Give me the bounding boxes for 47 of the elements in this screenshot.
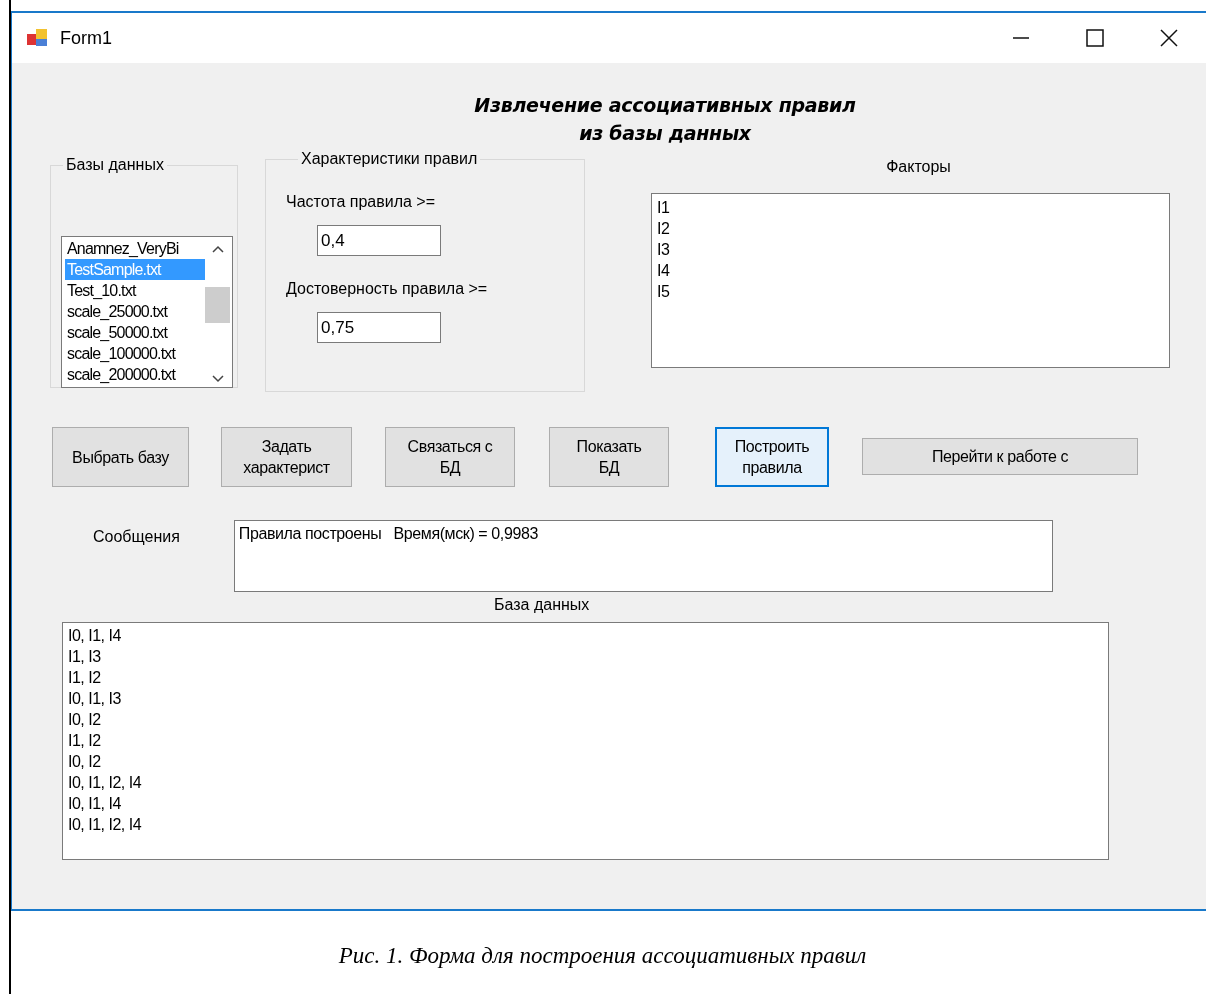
field-label: Частота правила >= xyxy=(286,193,436,211)
list-item[interactable]: scale_25000.txt xyxy=(65,301,205,322)
transaction-row-text: I1, I2 xyxy=(68,668,102,688)
window-title: Form1 xyxy=(60,27,112,49)
list-box[interactable]: I1 I2 I3 I4 I5 xyxy=(651,193,1170,368)
group-label: Характеристики правил xyxy=(300,150,479,168)
list-item[interactable]: I2 xyxy=(657,218,1164,239)
action-button[interactable]: Перейти к работе с xyxy=(862,438,1138,475)
list-item[interactable]: scale_100000.txt xyxy=(65,343,205,364)
list-item[interactable]: I5 xyxy=(657,281,1164,302)
maximize-icon[interactable] xyxy=(1085,28,1105,48)
list-item[interactable]: Anamnez_VeryBi xyxy=(65,238,205,259)
transaction-row-text: I0, I1, I3 xyxy=(68,689,122,709)
transaction-row-text: I0, I1, I2, I4 xyxy=(68,773,143,793)
action-button[interactable]: Выбрать базу xyxy=(52,427,189,487)
list-item[interactable]: I1 xyxy=(657,197,1164,218)
transaction-row-text: I0, I2 xyxy=(68,752,102,772)
group-label: Базы данных xyxy=(65,156,165,174)
form-heading: Извлечение ассоциативных правил из базы данных xyxy=(473,93,857,146)
scroll-thumb[interactable] xyxy=(205,287,230,323)
list-box[interactable]: Anamnez_VeryBi TestSample.txt Test_10.txt scale_25000.txt scale_50000.txt scale_100000.txt scale_200000.txt xyxy=(61,236,233,388)
input-field[interactable]: 0,75 xyxy=(317,312,441,343)
messages-field[interactable]: Правила построены Время(мск) = 0,9983 xyxy=(233,520,1053,592)
transaction-row-text: I0, I1, I4 xyxy=(68,794,122,814)
close-icon[interactable] xyxy=(1159,28,1179,48)
list-item[interactable]: I4 xyxy=(657,260,1164,281)
list-item[interactable]: Test_10.txt xyxy=(65,280,205,301)
list-item[interactable]: I3 xyxy=(657,239,1164,260)
transaction-row-text: I1, I3 xyxy=(68,647,102,667)
figure-caption: Рис. 1. Форма для построения ассоциативных правил xyxy=(337,943,868,969)
app-icon xyxy=(26,28,48,48)
field-label: Достоверность правила >= xyxy=(286,280,489,298)
list-item[interactable]: scale_200000.txt xyxy=(65,364,205,385)
factors-label: Факторы xyxy=(885,158,952,176)
transaction-row-text: I0, I2 xyxy=(68,710,102,730)
transaction-row-text: I0, I1, I4 xyxy=(68,626,122,646)
action-button[interactable]: Связаться с БД xyxy=(385,427,515,487)
action-button[interactable]: Показать БД xyxy=(549,427,669,487)
messages-label: Сообщения xyxy=(93,528,180,546)
input-field[interactable]: 0,4 xyxy=(317,225,441,256)
database-label: База данных xyxy=(494,596,590,614)
action-button[interactable]: Задать характерист xyxy=(221,427,352,487)
transaction-row-text: I1, I2 xyxy=(68,731,102,751)
database-list[interactable]: I0, I1, I4 I1, I3 I1, I2 I0, I1, I3 I0, I2 I1, I2 I0, I2 I0, I1, I2, I4 I0, I1, I4 I0, I1, I2, I4 xyxy=(62,622,1109,860)
list-item[interactable]: scale_50000.txt xyxy=(65,322,205,343)
action-button[interactable]: Построить правила xyxy=(715,427,829,487)
transaction-row-text: I0, I1, I2, I4 xyxy=(68,815,143,835)
